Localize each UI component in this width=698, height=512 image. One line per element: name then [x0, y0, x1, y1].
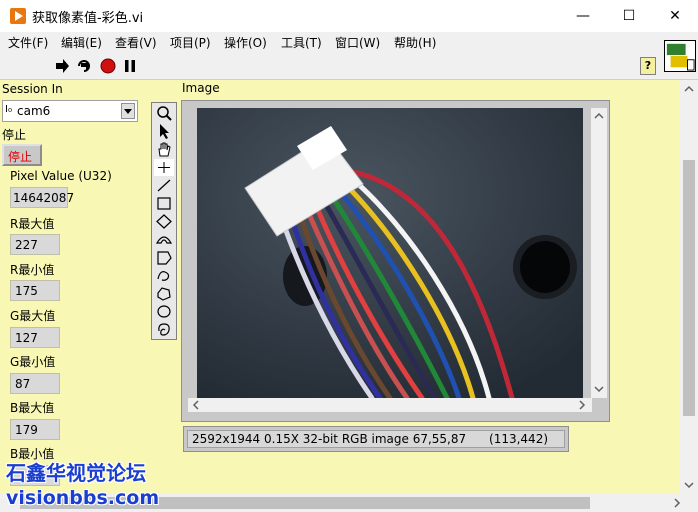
scroll-down-icon[interactable] [594, 384, 604, 394]
g-min-indicator: 87 [10, 373, 60, 394]
close-button[interactable]: ✕ [652, 0, 698, 32]
pixel-value-label: Pixel Value (U32) [10, 169, 112, 183]
pointer-icon[interactable] [154, 123, 174, 140]
g-min-label: G最小值 [10, 355, 56, 369]
context-help-button[interactable]: ? [640, 57, 656, 75]
panel-vertical-scrollbar[interactable] [680, 80, 698, 494]
annulus-icon[interactable] [154, 231, 174, 248]
stop-button[interactable]: 停止 [2, 144, 42, 166]
freehand-icon[interactable] [154, 267, 174, 284]
g-max-label: G最大值 [10, 309, 56, 323]
pixel-value-indicator: 14642087 [10, 187, 74, 208]
r-max-indicator: 227 [10, 234, 60, 255]
io-name-glyph: I₀ [5, 104, 12, 115]
image-label: Image [182, 81, 220, 95]
vi-connector-icon [664, 40, 696, 72]
scroll-up-icon[interactable] [594, 111, 604, 121]
g-max-indicator: 127 [10, 327, 60, 348]
menu-tools[interactable]: 工具(T) [281, 34, 322, 51]
menu-bar: 文件(F) 编辑(E) 查看(V) 项目(P) 操作(O) 工具(T) 窗口(W… [0, 32, 698, 52]
image-info-text: 2592x1944 0.15X 32-bit RGB image 67,55,8… [187, 430, 565, 448]
r-min-label: R最小值 [10, 263, 55, 277]
scroll-up-icon[interactable] [684, 84, 694, 94]
oval-icon[interactable] [154, 303, 174, 320]
scroll-left-icon[interactable] [191, 400, 201, 410]
toolbar [0, 52, 698, 80]
menu-view[interactable]: 查看(V) [115, 34, 157, 51]
polygon-icon[interactable] [154, 249, 174, 266]
r-min-indicator: 175 [10, 280, 60, 301]
labview-vi-icon [10, 8, 26, 24]
session-dropdown-button[interactable] [121, 103, 135, 119]
window-title: 获取像素值-彩色.vi [32, 11, 144, 26]
image-info-bar: 2592x1944 0.15X 32-bit RGB image 67,55,8… [183, 426, 569, 452]
session-in-label: Session In [2, 82, 63, 96]
run-continuous-icon[interactable] [76, 58, 92, 74]
b-max-label: B最大值 [10, 401, 55, 415]
scroll-thumb[interactable] [683, 160, 695, 416]
menu-file[interactable]: 文件(F) [8, 34, 48, 51]
session-in-control[interactable]: I₀ cam6 [2, 100, 138, 122]
abort-icon[interactable] [100, 58, 116, 74]
front-panel: Session In I₀ cam6 停止 停止 Pixel Value (U3… [0, 80, 680, 494]
pan-hand-icon[interactable] [154, 141, 174, 158]
image-vertical-scrollbar[interactable] [591, 108, 607, 398]
pause-icon[interactable] [122, 58, 138, 74]
rotated-rectangle-icon[interactable] [154, 213, 174, 230]
chevron-down-icon [124, 109, 132, 114]
title-bar: 获取像素值-彩色.vi — ☐ ✕ [0, 0, 698, 32]
freehand-region-icon[interactable] [154, 321, 174, 338]
menu-edit[interactable]: 编辑(E) [61, 34, 102, 51]
session-in-value: cam6 [17, 104, 51, 118]
scroll-right-icon[interactable] [577, 400, 587, 410]
watermark-url: visionbbs.com [6, 487, 160, 509]
camera-image[interactable] [197, 108, 583, 398]
image-horizontal-scrollbar[interactable] [188, 398, 592, 412]
image-tools-palette [151, 102, 177, 340]
menu-help[interactable]: 帮助(H) [394, 34, 436, 51]
stop-label: 停止 [2, 128, 27, 142]
zoom-icon[interactable] [154, 105, 174, 122]
menu-window[interactable]: 窗口(W) [335, 34, 380, 51]
menu-operate[interactable]: 操作(O) [224, 34, 267, 51]
broken-line-icon[interactable] [154, 285, 174, 302]
maximize-button[interactable]: ☐ [606, 0, 652, 32]
run-arrow-icon[interactable] [54, 58, 70, 74]
menu-project[interactable]: 项目(P) [170, 34, 211, 51]
b-max-indicator: 179 [10, 419, 60, 440]
scroll-down-icon[interactable] [684, 480, 694, 490]
r-max-label: R最大值 [10, 217, 55, 231]
scroll-right-icon[interactable] [672, 498, 682, 508]
minimize-button[interactable]: — [560, 0, 606, 32]
watermark-title: 石鑫华视觉论坛 [6, 461, 146, 485]
crosshair-icon[interactable] [154, 159, 174, 176]
rectangle-icon[interactable] [154, 195, 174, 212]
line-icon[interactable] [154, 177, 174, 194]
